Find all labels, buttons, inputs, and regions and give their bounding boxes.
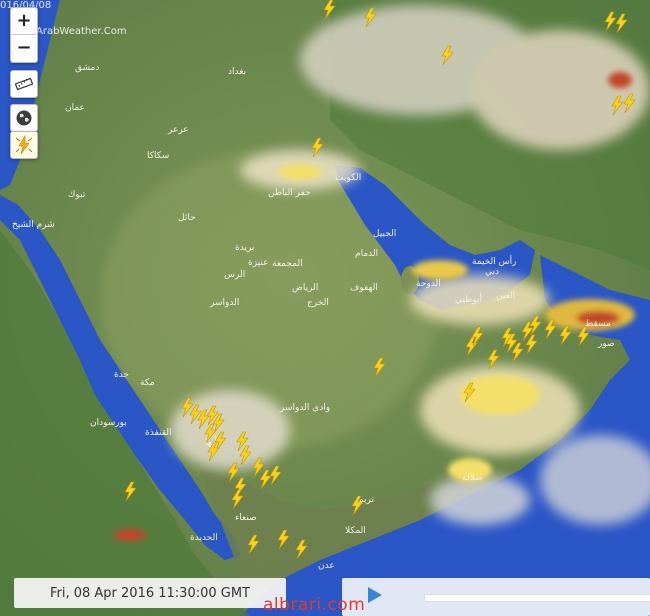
zoom-in-button[interactable]: + [11,8,37,34]
globe-icon [16,110,32,126]
place-label: سكاكا [147,151,169,161]
place-label: الدواسر [209,298,239,308]
place-label: الخرج [307,298,329,308]
place-label: حفر الباطن [268,188,311,198]
place-label: بورسودان [90,418,127,428]
place-label: بريدة [235,243,254,253]
place-label: عرعر [167,125,189,135]
place-label: الجبيل [373,229,396,239]
ruler-icon [15,78,33,90]
place-label: القنفذة [145,428,172,438]
place-label: أبوظبي [455,293,482,305]
zoom-control: + − [10,7,38,63]
lightning-layer-button[interactable] [10,131,38,159]
place-label: صور [597,339,615,349]
timeline-slider[interactable] [424,594,650,602]
place-label: مكة [140,378,155,388]
place-label: وادي الدواسر [279,403,330,413]
place-label: الكويت [335,173,361,183]
place-label: المكلا [345,526,366,536]
timestamp-text: Fri, 08 Apr 2016 11:30:00 GMT [49,585,250,601]
place-label: صنعاء [235,513,257,523]
place-label: حائل [178,213,196,223]
watermark: albrari.com [263,595,366,615]
place-label: جدة [114,370,129,380]
place-label: المجمعة [272,259,303,269]
place-label: الحديدة [190,533,218,543]
place-label: عدن [318,561,335,571]
place-label: الهفوف [350,283,378,293]
zoom-out-button[interactable]: − [11,34,37,61]
play-icon[interactable] [368,587,382,603]
place-label: العين [496,291,515,301]
place-label: تبوك [68,190,86,200]
place-label: الدمام [355,249,378,259]
place-label: صلالة [462,473,483,483]
ruler-button[interactable] [10,70,38,98]
weather-map[interactable]: دمشق عمان تبوك عرعر سكاكا حفر الباطن الك… [0,0,650,616]
globe-button[interactable] [10,104,38,132]
timestamp-display: Fri, 08 Apr 2016 11:30:00 GMT [14,578,286,608]
place-label: دمشق [75,63,99,73]
place-label: الرياض [292,283,318,293]
place-label: عمان [65,103,85,113]
place-label: بغداد [228,67,246,77]
map-branding-site: ArabWeather.Com [36,26,127,37]
place-label: رأس الخيمة [472,255,517,267]
place-label: عنيزة [248,258,268,268]
place-label: شرم الشيخ [12,220,55,230]
place-label: دبي [485,267,499,277]
lightning-layer-icon [15,135,33,155]
place-label: الدوحة [416,279,441,289]
place-label: الرس [224,270,245,280]
place-label: مسقط [585,319,611,329]
timeline-player [342,578,650,616]
